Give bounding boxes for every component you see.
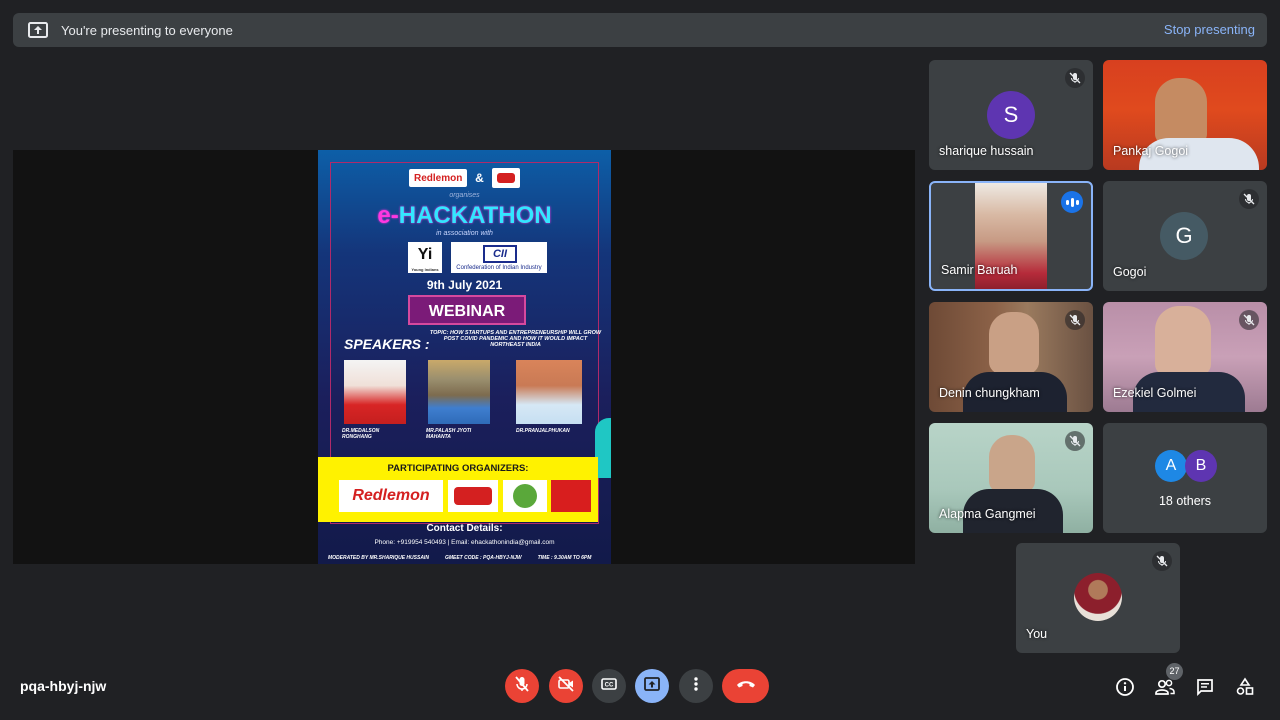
- speakers-heading: SPEAKERS :: [344, 336, 430, 352]
- camera-toggle-button[interactable]: [549, 669, 583, 703]
- captions-icon: CC: [600, 675, 618, 698]
- organizers-band: PARTICIPATING ORGANIZERS: Redlemon: [318, 457, 598, 522]
- hackathon-title: e-HACKATHON: [318, 202, 611, 230]
- present-screen-icon: [27, 21, 49, 39]
- stop-presenting-button[interactable]: Stop presenting: [1164, 22, 1255, 37]
- info-icon[interactable]: [1113, 675, 1137, 699]
- participant-tile[interactable]: G Gogoi: [1103, 181, 1267, 291]
- organizer-logo-redlemon: Redlemon: [339, 480, 443, 512]
- speaker-name: MR.PALASH JYOTI MAHANTA: [426, 428, 472, 440]
- yi-subtext: Young Indians: [411, 267, 439, 272]
- leave-call-button[interactable]: [722, 669, 769, 703]
- participant-video: [1155, 306, 1211, 376]
- presenting-text: You're presenting to everyone: [61, 22, 233, 38]
- association-text: in association with: [436, 230, 493, 237]
- contact-heading: Contact Details:: [426, 523, 503, 534]
- gmeet-code: GMEET CODE : PQA-HBYJ-NJW: [444, 555, 522, 561]
- poster-logo-row: Redlemon &: [318, 168, 611, 188]
- participant-name: Alapma Gangmei: [939, 507, 1036, 521]
- webinar-poster: Redlemon & organises e-HACKATHON in asso…: [318, 150, 611, 564]
- self-tile[interactable]: You: [1016, 543, 1180, 653]
- poster-footer: MODERATED BY MR.SHARIQUE HUSSAIN GMEET C…: [328, 555, 608, 561]
- speaking-indicator-icon: [1061, 191, 1083, 213]
- participant-tile[interactable]: Alapma Gangmei: [929, 423, 1093, 533]
- shared-screen: Redlemon & organises e-HACKATHON in asso…: [13, 150, 915, 564]
- cii-logo: CII Confederation of Indian Industry: [451, 242, 547, 273]
- present-icon: [643, 675, 661, 698]
- ampersand: &: [475, 171, 484, 185]
- participant-video: [1155, 78, 1207, 144]
- hangup-icon: [735, 677, 757, 695]
- topic-text: TOPIC: HOW STARTUPS AND ENTREPRENEURSHIP…: [429, 330, 602, 348]
- speaker-name: DR.MEDALSON RONGHANG: [342, 428, 380, 440]
- participant-name: Gogoi: [1113, 265, 1147, 279]
- avatar: G: [1160, 212, 1208, 260]
- speaker-name: DR.PRANJALPHUKAN: [516, 428, 570, 434]
- mic-off-icon: [1239, 189, 1259, 209]
- presenting-banner: You're presenting to everyone Stop prese…: [13, 13, 1267, 47]
- present-now-button[interactable]: [635, 669, 669, 703]
- others-count: 18 others: [1158, 494, 1212, 508]
- avatar: [1074, 573, 1122, 621]
- mic-off-icon: [1239, 310, 1259, 330]
- participating-heading: PARTICIPATING ORGANIZERS:: [387, 463, 529, 474]
- participant-name: sharique hussain: [939, 144, 1034, 158]
- participant-tile[interactable]: Samir Baruah: [929, 181, 1093, 291]
- mic-toggle-button[interactable]: [505, 669, 539, 703]
- title-main: HACKATHON: [398, 202, 552, 229]
- participant-tile[interactable]: Denin chungkham: [929, 302, 1093, 412]
- participant-video: [989, 312, 1039, 374]
- participant-tile[interactable]: S sharique hussain: [929, 60, 1093, 170]
- meeting-code: pqa-hbyj-njw: [20, 678, 107, 694]
- organizer-logo: [551, 480, 591, 512]
- organizer-logo: [448, 480, 498, 512]
- chat-icon[interactable]: [1193, 675, 1217, 699]
- participant-name: Denin chungkham: [939, 386, 1040, 400]
- contact-line: Phone: +919954 540493 | Email: ehackatho…: [374, 539, 555, 546]
- participant-tile[interactable]: Pankaj Gogoi: [1103, 60, 1267, 170]
- young-indians-logo: Yi Young Indians: [408, 242, 442, 273]
- webinar-badge: WEBINAR: [408, 295, 526, 325]
- more-options-button[interactable]: [679, 669, 713, 703]
- mic-off-icon: [1065, 310, 1085, 330]
- organizer-logo: [503, 480, 547, 512]
- participant-tile[interactable]: Ezekiel Golmei: [1103, 302, 1267, 412]
- people-count-badge: 27: [1166, 663, 1183, 680]
- mic-off-icon: [1065, 68, 1085, 88]
- cii-mark: CII: [483, 245, 517, 263]
- cii-text: Confederation of Indian Industry: [456, 265, 542, 271]
- participant-video: [989, 435, 1035, 493]
- redlemon-logo: Redlemon: [409, 169, 468, 187]
- participant-name: Pankaj Gogoi: [1113, 144, 1189, 158]
- speaker-photo: [344, 360, 406, 424]
- yi-mark: Yi: [417, 246, 433, 263]
- svg-text:CC: CC: [605, 682, 614, 688]
- captions-button[interactable]: CC: [592, 669, 626, 703]
- camera-off-icon: [557, 675, 575, 698]
- title-prefix: e-: [377, 202, 399, 229]
- participant-name: Ezekiel Golmei: [1113, 386, 1197, 400]
- partner-logo: [491, 168, 520, 188]
- speaker-photo: [516, 360, 582, 424]
- others-tile[interactable]: A B 18 others: [1103, 423, 1267, 533]
- organises-text: organises: [449, 192, 480, 199]
- event-date: 9th July 2021: [426, 278, 503, 292]
- participant-name: You: [1026, 627, 1048, 641]
- mic-off-icon: [1152, 551, 1172, 571]
- avatar: A: [1155, 450, 1187, 482]
- event-time: TIME : 9.30AM TO 6PM: [537, 555, 592, 561]
- mic-off-icon: [513, 675, 531, 698]
- moderated-by: MODERATED BY MR.SHARIQUE HUSSAIN: [328, 555, 429, 561]
- avatar: B: [1185, 450, 1217, 482]
- mic-off-icon: [1065, 431, 1085, 451]
- speaker-photo: [428, 360, 490, 424]
- participant-name: Samir Baruah: [941, 263, 1018, 277]
- more-icon: [687, 675, 705, 698]
- activities-icon[interactable]: [1233, 675, 1257, 699]
- avatar: S: [987, 91, 1035, 139]
